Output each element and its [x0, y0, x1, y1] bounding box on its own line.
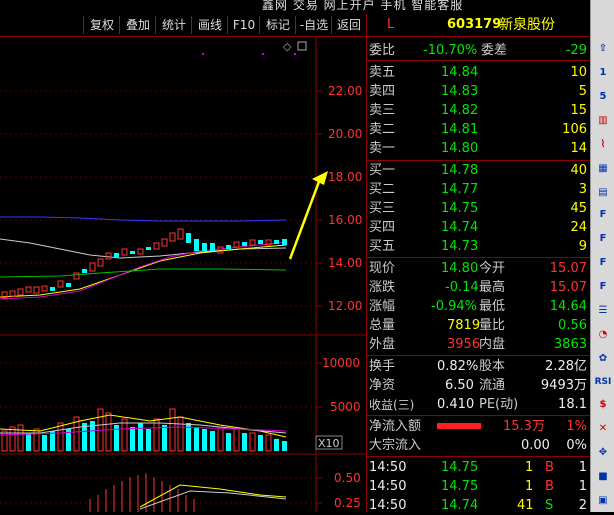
grid-icon[interactable]: ▦ [594, 160, 612, 177]
tools-icon[interactable]: ✕ [594, 420, 612, 437]
kline-chart[interactable]: 22.00 20.00 18.00 16.00 14.00 12.00 1000… [0, 37, 366, 512]
price-tick: 12.00 [328, 299, 362, 313]
stat-row: 总量 7819 量比 0.56 [369, 318, 587, 333]
sell-row[interactable]: 卖二 14.81 106 [367, 121, 591, 139]
table-icon[interactable]: ▤ [594, 184, 612, 201]
f10-icon[interactable]: F [594, 206, 612, 223]
draw-line-button[interactable]: 画线 [191, 16, 228, 34]
f11-icon[interactable]: F [594, 254, 612, 271]
stat-row: 涨幅 -0.94% 最低 14.64 [369, 299, 587, 314]
buy-row[interactable]: 买四 14.74 24 [367, 219, 591, 237]
buy-row[interactable]: 买五 14.73 9 [367, 238, 591, 256]
bigflow-row: 大宗流入 0.00 0% [369, 438, 587, 453]
chart-toolbar: 复权 叠加 统计 画线 F10 标记 -自选 返回 [0, 14, 366, 37]
number-1-icon[interactable]: 1 [594, 64, 612, 81]
arrow-up-icon[interactable]: ⇧ [594, 40, 612, 57]
right-toolbar: ⇧ 1 5 ▥ ⌇ ▦ ▤ F F F F ☰ ◔ ✿ RSI $ ✕ ✥ ■ … [590, 0, 614, 512]
stock-header: L 603179 新泉股份 [367, 16, 591, 34]
stock-name: 新泉股份 [499, 17, 555, 33]
kline-chart-area[interactable]: 22.00 20.00 18.00 16.00 14.00 12.00 1000… [0, 37, 366, 512]
tick-row: 14:50 14.75 1 B 1 [369, 479, 587, 494]
volume-tick: 5000 [330, 400, 361, 414]
square-icon [297, 41, 307, 51]
candle-icon[interactable]: ▥ [594, 112, 612, 129]
top-menu[interactable]: 鑫网 交易 网上开户 手机 智能客服 [262, 0, 463, 13]
volume-bars [0, 408, 287, 452]
rectangle-icon[interactable]: ▣ [594, 492, 612, 509]
number-5-icon[interactable]: 5 [594, 88, 612, 105]
buy-row[interactable]: 买一 14.78 40 [367, 162, 591, 180]
sell-row[interactable]: 卖四 14.83 5 [367, 83, 591, 101]
back-button[interactable]: 返回 [331, 16, 366, 34]
sell-row[interactable]: 卖一 14.80 14 [367, 140, 591, 158]
dollar-icon[interactable]: $ [594, 396, 612, 413]
buy-row[interactable]: 买三 14.75 45 [367, 200, 591, 218]
mark-button[interactable]: 标记 [259, 16, 296, 34]
line-chart-icon[interactable]: ⌇ [594, 136, 612, 153]
volume-tick: 10000 [322, 356, 360, 370]
stat-row: 外盘 3956 内盘 3863 [369, 337, 587, 352]
buy-row[interactable]: 买二 14.77 3 [367, 181, 591, 199]
compass-icon[interactable]: ✥ [594, 444, 612, 461]
stat-row: 涨跌 -0.14 最高 15.07 [369, 280, 587, 295]
price-tick: 16.00 [328, 213, 362, 227]
price-tick: 18.00 [328, 170, 362, 184]
price-tick: 22.00 [328, 84, 362, 98]
f12-icon[interactable]: F [594, 278, 612, 295]
stock-code: 603179 [447, 17, 502, 32]
volume-unit-label: X10 [318, 437, 340, 450]
price-tick: 20.00 [328, 127, 362, 141]
f6-icon[interactable]: F [594, 230, 612, 247]
stat2-row: 净资 6.50 流通 9493万 [369, 378, 587, 393]
remove-watchlist-button[interactable]: -自选 [295, 16, 332, 34]
tick-row: 14:50 14.74 41 S 2 [369, 498, 587, 513]
f10-button[interactable]: F10 [227, 16, 260, 34]
tick-row: 14:50 14.75 1 B 1 [369, 460, 587, 475]
quote-panel: L 603179 新泉股份 委比 -10.70% 委差 -29 卖五 14.84… [366, 14, 591, 513]
diamond-icon: ◇ [283, 40, 292, 53]
sell-row[interactable]: 卖三 14.82 15 [367, 102, 591, 120]
rsi-icon[interactable]: RSI [594, 374, 612, 391]
list-icon[interactable]: ☰ [594, 302, 612, 319]
candlesticks [1, 228, 287, 299]
overlay-button[interactable]: 叠加 [119, 16, 156, 34]
stat-row: 现价 14.80 今开 15.07 [369, 261, 587, 276]
netflow-row: 净流入额 15.3万 1% [369, 419, 587, 434]
sell-row[interactable]: 卖五 14.84 10 [367, 64, 591, 82]
square-icon[interactable]: ■ [594, 468, 612, 485]
stat2-row: 收益(三) 0.410 PE(动) 18.1 [369, 397, 587, 412]
indicator-tick: 0.50 [334, 471, 361, 485]
weibi-row: 委比 -10.70% 委差 -29 [369, 43, 587, 58]
stat2-row: 换手 0.82% 股本 2.28亿 [369, 359, 587, 374]
market-flag: L [387, 17, 395, 32]
gear-icon[interactable]: ✿ [594, 350, 612, 367]
top-menu-bar: 鑫网 交易 网上开户 手机 智能客服 [0, 0, 590, 14]
fuquan-button[interactable]: 复权 [83, 16, 120, 34]
stats-button[interactable]: 统计 [155, 16, 192, 34]
netflow-bar [437, 423, 481, 429]
pie-chart-icon[interactable]: ◔ [594, 326, 612, 343]
price-tick: 14.00 [328, 256, 362, 270]
indicator-tick: 0.25 [334, 496, 361, 510]
